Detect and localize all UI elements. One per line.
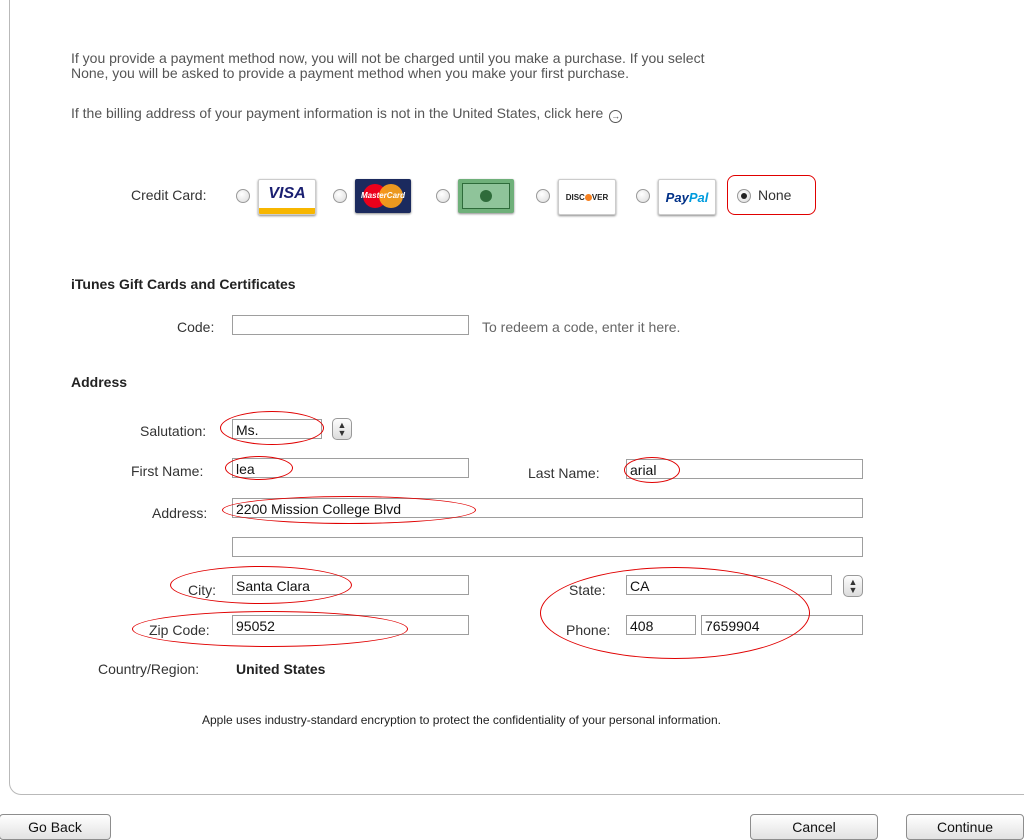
zip-code-label: Zip Code: — [149, 622, 210, 638]
visa-card-icon: VISA — [258, 179, 316, 215]
gift-cards-heading: iTunes Gift Cards and Certificates — [71, 276, 296, 292]
gift-code-input[interactable] — [232, 315, 469, 335]
intro-line-1: If you provide a payment method now, you… — [71, 50, 705, 66]
security-note: Apple uses industry-standard encryption … — [202, 713, 721, 727]
city-label: City: — [188, 582, 216, 598]
billing-address-link[interactable]: If the billing address of your payment i… — [71, 105, 623, 123]
country-region-value: United States — [236, 661, 326, 677]
go-back-button[interactable]: Go Back — [0, 814, 111, 840]
discover-card-icon: DISC VER — [558, 179, 616, 215]
salutation-select[interactable]: Ms. — [232, 419, 322, 439]
first-name-label: First Name: — [131, 463, 204, 479]
address-line2-field[interactable] — [232, 537, 863, 557]
first-name-field[interactable]: lea — [232, 458, 469, 478]
intro-line-2: None, you will be asked to provide a pay… — [71, 65, 629, 81]
last-name-field[interactable]: arial — [626, 459, 863, 479]
gift-code-hint: To redeem a code, enter it here. — [482, 319, 681, 335]
cancel-button[interactable]: Cancel — [750, 814, 878, 840]
billing-address-text: If the billing address of your payment i… — [71, 105, 604, 121]
last-name-label: Last Name: — [528, 465, 600, 481]
state-select[interactable]: CA — [626, 575, 832, 595]
address-label: Address: — [152, 505, 208, 521]
credit-card-label: Credit Card: — [131, 187, 207, 203]
annotation-none-box — [727, 175, 816, 215]
paypal-card-icon: PayPal — [658, 179, 716, 215]
code-label: Code: — [177, 319, 215, 335]
phone-area-field[interactable]: 408 — [626, 615, 696, 635]
salutation-stepper-icon[interactable]: ▲ ▼ — [332, 418, 352, 440]
zip-code-field[interactable]: 95052 — [232, 615, 469, 635]
phone-label: Phone: — [566, 622, 611, 638]
address-line1-field[interactable]: 2200 Mission College Blvd — [232, 498, 863, 518]
mastercard-card-icon: MasterCard — [355, 179, 411, 213]
salutation-label: Salutation: — [140, 423, 207, 439]
country-region-label: Country/Region: — [98, 661, 200, 677]
state-stepper-icon[interactable]: ▲ ▼ — [843, 575, 863, 597]
amex-card-icon — [458, 179, 514, 213]
radio-amex[interactable] — [436, 189, 450, 203]
radio-visa[interactable] — [236, 189, 250, 203]
radio-paypal[interactable] — [636, 189, 650, 203]
address-heading: Address — [71, 374, 128, 390]
arrow-circle-icon: → — [609, 110, 623, 123]
radio-mastercard[interactable] — [333, 189, 347, 203]
continue-button[interactable]: Continue — [906, 814, 1024, 840]
phone-number-field[interactable]: 7659904 — [701, 615, 863, 635]
city-field[interactable]: Santa Clara — [232, 575, 469, 595]
radio-discover[interactable] — [536, 189, 550, 203]
state-label: State: — [569, 582, 606, 598]
